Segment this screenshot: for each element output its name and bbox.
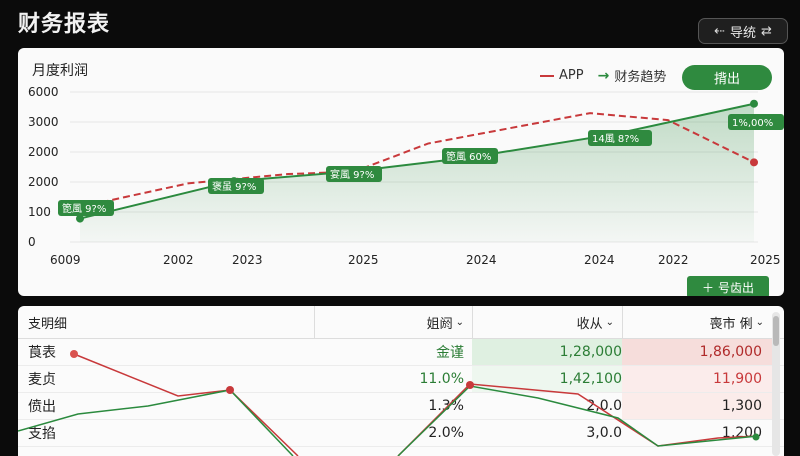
- x-tick-label: 2024: [466, 253, 497, 267]
- scrollbar-thumb[interactable]: [773, 316, 779, 346]
- column-header-a[interactable]: 姐阏 ⌄: [314, 306, 472, 338]
- table-row[interactable]: 支掐 2.0% 3,0.0 1,200: [18, 420, 784, 447]
- row-value-a: 2.0%: [428, 425, 464, 441]
- table-row[interactable]: 莨表 金谨 1,28,000 1,86,000: [18, 339, 784, 366]
- chevron-down-icon: ⌄: [755, 316, 764, 328]
- table-row[interactable]: 麦贞 11.0% 1,42,100 11,900: [18, 366, 784, 393]
- column-header-b-label: 收从: [576, 316, 603, 332]
- chevron-down-icon: ⌄: [455, 316, 464, 328]
- guide-button[interactable]: ⇠ 导统 ⇄: [698, 18, 788, 44]
- page-title: 财务报表: [18, 12, 111, 37]
- x-tick-label: 2025: [750, 253, 781, 267]
- chevron-down-icon: ⌄: [605, 316, 614, 328]
- data-label: 宴風 9?%: [330, 168, 374, 181]
- data-label: 箆風 60%: [446, 150, 491, 163]
- line-chart: 6000 3000 2000 2000 100 0 6009 2002 2023 2025 2024…: [28, 85, 784, 267]
- table-scrollbar[interactable]: [772, 312, 780, 456]
- data-point-trend: [750, 99, 758, 108]
- table-title: 支明细: [28, 316, 68, 332]
- table-header: 支明细 姐阏 ⌄ 收从 ⌄ 喪市 俐 ⌄: [18, 306, 784, 339]
- x-tick-label: 2002: [163, 253, 194, 267]
- row-value-c: 1,200: [721, 425, 762, 441]
- column-header-b[interactable]: 收从 ⌄: [472, 306, 622, 338]
- y-tick-label: 2000: [28, 175, 59, 189]
- row-name: 支掐: [28, 426, 56, 442]
- row-value-c: 1,300: [721, 398, 762, 414]
- y-tick-label: 2000: [28, 145, 59, 159]
- data-point-app: [750, 158, 758, 167]
- y-tick-label: 6000: [28, 85, 59, 99]
- column-header-a-label: 姐阏: [426, 316, 453, 332]
- row-value-b: 2,0.0: [586, 398, 622, 414]
- x-tick-label: 2025: [348, 253, 379, 267]
- row-value-a: 1.3%: [428, 398, 464, 414]
- plus-icon: ＋: [701, 280, 714, 295]
- row-name: 偾出: [28, 399, 56, 415]
- y-tick-label: 100: [28, 205, 51, 219]
- row-name: 麦贞: [28, 372, 56, 388]
- row-value-b: 3,0.0: [586, 425, 622, 441]
- row-value-c: 1,86,000: [699, 344, 762, 360]
- export-secondary-label: 号齿出: [718, 280, 755, 295]
- x-tick-label: 6009: [50, 253, 81, 267]
- profit-chart-panel: 月度利润 APP → 财务趋势 揹出 6000 3000 2000 2000 100 0 6…: [18, 48, 784, 296]
- detail-table: 支明细 姐阏 ⌄ 收从 ⌄ 喪市 俐 ⌄ 莨表 金谨 1,28,000 1,86…: [18, 306, 784, 456]
- data-label: 14風 8?%: [592, 133, 639, 145]
- guide-button-label: 导统: [729, 25, 756, 41]
- area-fill: [80, 103, 754, 242]
- row-name: 莨表: [28, 345, 56, 361]
- column-header-c[interactable]: 喪市 俐 ⌄: [622, 306, 772, 338]
- column-header-c-label: 喪市 俐: [709, 316, 753, 332]
- export-secondary-button[interactable]: ＋ 号齿出: [687, 276, 769, 296]
- x-tick-label: 2022: [658, 253, 689, 267]
- x-tick-label: 2023: [232, 253, 263, 267]
- row-value-b: 1,28,000: [559, 344, 622, 360]
- arrow-left-icon: ⇠: [714, 23, 725, 39]
- data-label: 褒虽 9?%: [212, 180, 256, 193]
- row-value-a: 11.0%: [419, 371, 464, 387]
- swap-icon: ⇄: [761, 23, 772, 39]
- data-label: 1%,00%: [732, 118, 773, 129]
- row-value-b: 1,42,100: [559, 371, 622, 387]
- row-value-a: 金谨: [436, 345, 464, 361]
- row-value-c: 11,900: [713, 371, 762, 387]
- x-tick-label: 2024: [584, 253, 615, 267]
- table-row[interactable]: 偾出 1.3% 2,0.0 1,300: [18, 393, 784, 420]
- y-tick-label: 3000: [28, 115, 59, 129]
- y-tick-label: 0: [28, 235, 36, 249]
- data-label: 箆風 9?%: [62, 202, 106, 215]
